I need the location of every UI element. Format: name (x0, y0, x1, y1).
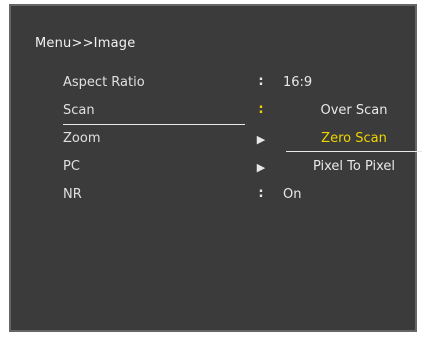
menu-item-nr[interactable]: NR (63, 187, 82, 202)
menu-item-scan[interactable]: Scan (63, 103, 95, 118)
menu-breadcrumb-title: Menu>>Image (35, 36, 136, 51)
menu-item-pc[interactable]: PC (63, 159, 80, 174)
zero-scan-selection-underline (286, 151, 422, 152)
osd-menu-panel: Menu>>Image Aspect Ratio : 16:9 Scan : O… (9, 4, 422, 332)
nr-separator: : (258, 186, 264, 201)
nr-value[interactable]: On (283, 187, 301, 202)
scan-option-over-scan[interactable]: Over Scan (286, 103, 422, 118)
zoom-submenu-arrow-icon: ▶ (256, 133, 266, 146)
aspect-ratio-separator: : (258, 74, 264, 89)
pc-submenu-arrow-icon: ▶ (256, 161, 266, 174)
scan-option-zero-scan[interactable]: Zero Scan (286, 131, 422, 146)
scan-option-pixel-to-pixel[interactable]: Pixel To Pixel (286, 159, 422, 174)
aspect-ratio-value[interactable]: 16:9 (283, 75, 312, 90)
menu-item-aspect-ratio[interactable]: Aspect Ratio (63, 75, 145, 90)
scan-separator: : (258, 102, 264, 117)
menu-item-zoom[interactable]: Zoom (63, 131, 100, 146)
scan-selection-underline (63, 124, 245, 125)
